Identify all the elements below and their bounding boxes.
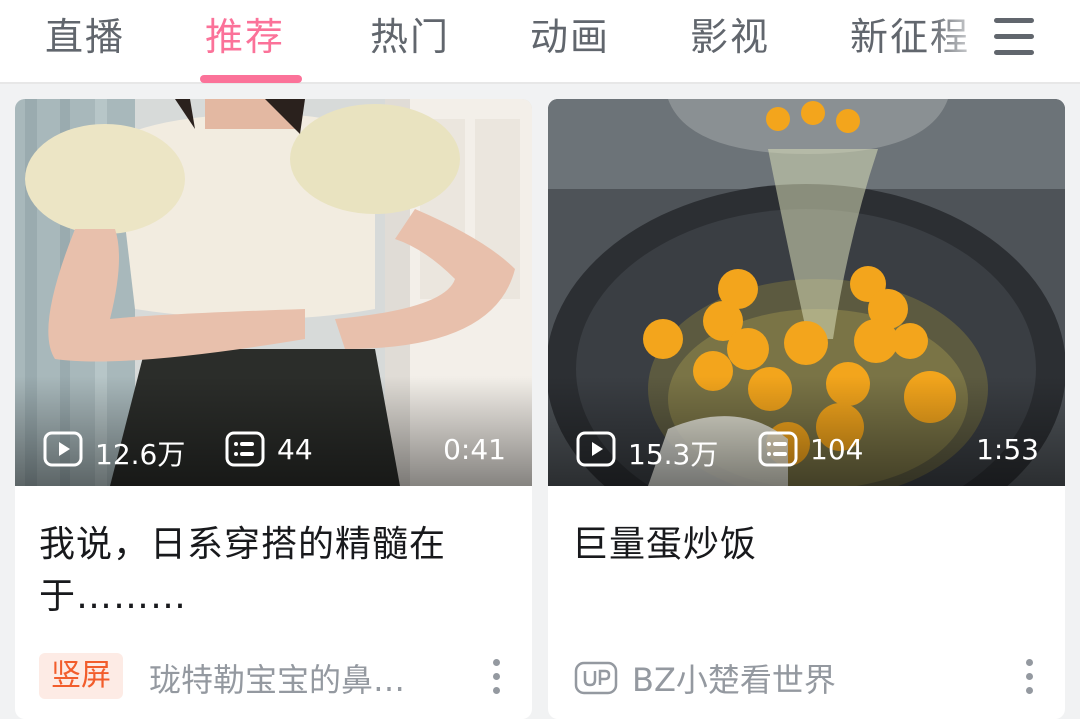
video-stats-bar: 12.6万 44 0:41 <box>15 429 532 473</box>
play-count-icon <box>576 431 616 467</box>
tab-anime[interactable]: 动画 <box>530 6 610 61</box>
more-options-icon[interactable] <box>490 659 502 695</box>
video-meta-row: 竖屏 珑特勒宝宝的鼻… <box>39 651 509 699</box>
video-thumbnail[interactable] <box>15 99 532 486</box>
video-card[interactable]: 12.6万 44 0:41 我说，日系穿搭的精髓在于……… 竖屏 珑特勒宝宝的鼻… <box>15 99 532 719</box>
channel-tab-bar: 直播 推荐 热门 动画 影视 新征程 <box>0 0 1080 84</box>
tab-film-tv[interactable]: 影视 <box>690 6 770 61</box>
tab-recommend[interactable]: 推荐 <box>205 6 285 61</box>
author-name[interactable]: BZ小楚看世界 <box>632 655 836 701</box>
comment-count: 44 <box>277 433 313 466</box>
up-icon <box>574 661 618 695</box>
video-stats-bar: 15.3万 104 1:53 <box>548 429 1065 473</box>
video-title[interactable]: 我说，日系穿搭的精髓在于……… <box>39 519 509 623</box>
more-options-icon[interactable] <box>1023 659 1035 695</box>
video-duration: 1:53 <box>976 433 1039 466</box>
tab-overflow-fade <box>930 0 990 82</box>
view-count: 15.3万 <box>628 438 719 471</box>
tab-hot[interactable]: 热门 <box>370 6 450 61</box>
video-meta-row: BZ小楚看世界 <box>572 651 1042 699</box>
video-duration: 0:41 <box>443 433 506 466</box>
view-count: 12.6万 <box>95 438 186 471</box>
tab-live[interactable]: 直播 <box>45 6 125 61</box>
active-tab-indicator <box>200 75 302 83</box>
video-title[interactable]: 巨量蛋炒饭 <box>572 519 1042 571</box>
play-count-icon <box>43 431 83 467</box>
danmaku-count-icon <box>225 431 265 467</box>
vertical-video-badge: 竖屏 <box>39 653 123 699</box>
hamburger-menu-icon[interactable] <box>986 8 1046 68</box>
author-name[interactable]: 珑特勒宝宝的鼻… <box>149 655 405 701</box>
danmaku-count-icon <box>758 431 798 467</box>
comment-count: 104 <box>810 433 864 466</box>
video-thumbnail[interactable] <box>548 99 1065 486</box>
video-card[interactable]: 15.3万 104 1:53 巨量蛋炒饭 BZ小楚看世界 <box>548 99 1065 719</box>
